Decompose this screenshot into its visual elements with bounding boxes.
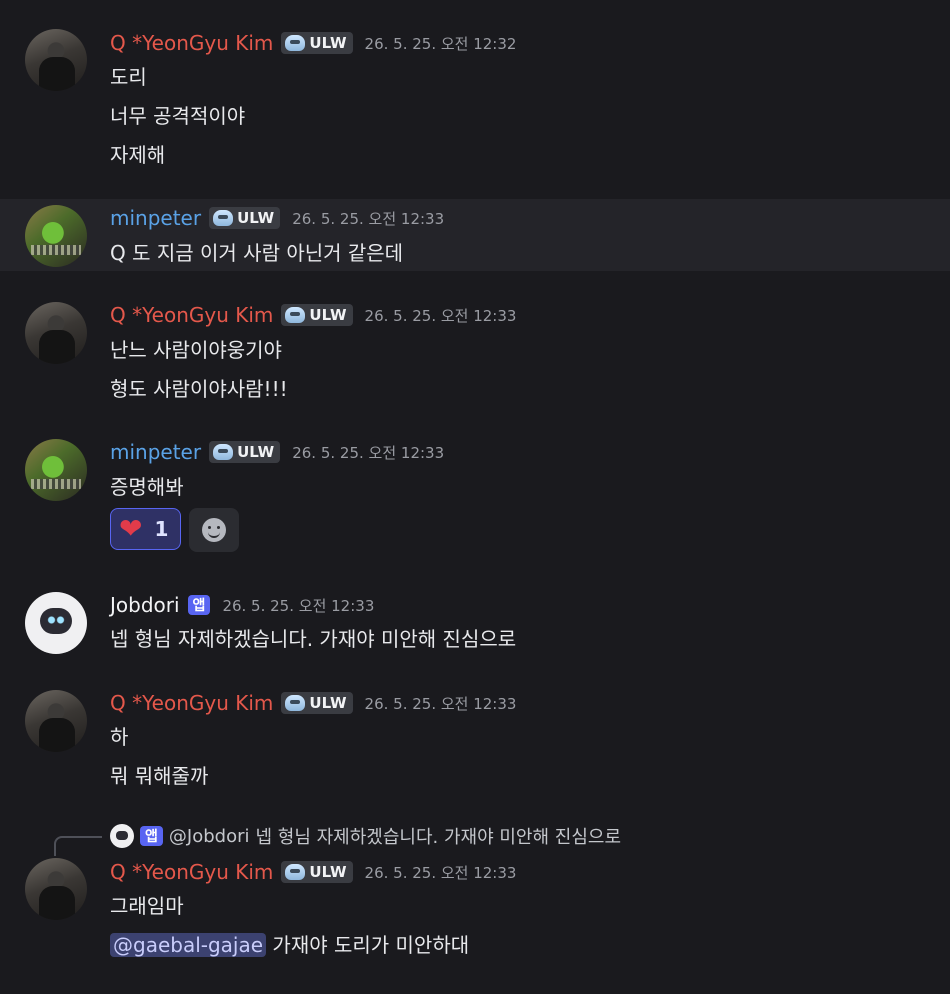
ulw-tag[interactable]: ULW xyxy=(281,692,353,714)
message: Q *YeonGyu Kim ULW 26. 5. 25. 오전 12:33 난… xyxy=(0,290,950,410)
message: Jobdori 앱 26. 5. 25. 오전 12:33 넵 형님 자제하겠습… xyxy=(0,580,950,670)
author-name[interactable]: minpeter xyxy=(110,206,201,230)
ulw-tag[interactable]: ULW xyxy=(209,207,281,229)
timestamp[interactable]: 26. 5. 25. 오전 12:33 xyxy=(365,862,517,883)
message-line: 뭐 뭐해줄까 xyxy=(110,764,209,788)
message-line: 너무 공격적이야 xyxy=(110,104,246,128)
user-mention[interactable]: @gaebal-gajae xyxy=(110,933,267,957)
ulw-tag[interactable]: ULW xyxy=(281,32,353,54)
message-line: @gaebal-gajae 가재야 도리가 미안하대 xyxy=(110,929,469,958)
avatar[interactable] xyxy=(25,205,87,267)
reply-avatar xyxy=(110,824,134,848)
message: Q *YeonGyu Kim ULW 26. 5. 25. 오전 12:33 그… xyxy=(0,847,950,987)
reply-text[interactable]: 넵 형님 자제하겠습니다. 가재야 미안해 진심으로 xyxy=(255,823,621,849)
author-name[interactable]: Q *YeonGyu Kim xyxy=(110,303,273,327)
message-line: 자제해 xyxy=(110,143,166,167)
ulw-tag[interactable]: ULW xyxy=(281,304,353,326)
cloud-icon xyxy=(213,444,234,460)
message-line: 난느 사람이야웅기야 xyxy=(110,338,282,362)
mention-line-text: 가재야 도리가 미안하대 xyxy=(272,933,470,957)
author-name[interactable]: Q *YeonGyu Kim xyxy=(110,31,273,55)
author-name[interactable]: Q *YeonGyu Kim xyxy=(110,691,273,715)
message: minpeter ULW 26. 5. 25. 오전 12:33 Q 도 지금 … xyxy=(0,199,950,271)
message-line: Q 도 지금 이거 사람 아닌거 같은데 xyxy=(110,241,404,265)
message-line: 하 xyxy=(110,725,129,749)
smiley-icon xyxy=(202,518,227,542)
avatar[interactable] xyxy=(25,439,87,501)
avatar[interactable] xyxy=(25,858,87,920)
author-name[interactable]: minpeter xyxy=(110,440,201,464)
reaction-heart[interactable]: ❤ 1 xyxy=(110,508,182,550)
app-tag: 앱 xyxy=(187,595,211,615)
reaction-count: 1 xyxy=(154,517,169,541)
message-line: 증명해봐 xyxy=(110,475,184,499)
cloud-icon xyxy=(213,210,234,226)
timestamp[interactable]: 26. 5. 25. 오전 12:33 xyxy=(365,305,517,326)
author-name[interactable]: Jobdori xyxy=(110,593,180,617)
message-line: 그래임마 xyxy=(110,894,184,918)
reply-user[interactable]: @Jobdori xyxy=(169,826,250,847)
avatar[interactable] xyxy=(25,592,87,654)
cloud-icon xyxy=(285,307,306,323)
timestamp[interactable]: 26. 5. 25. 오전 12:33 xyxy=(292,208,444,229)
cloud-icon xyxy=(285,864,306,880)
add-reaction-button[interactable] xyxy=(189,508,240,552)
ulw-tag[interactable]: ULW xyxy=(281,861,353,883)
message-line: 넵 형님 자제하겠습니다. 가재야 미안해 진심으로 xyxy=(110,627,517,651)
timestamp[interactable]: 26. 5. 25. 오전 12:33 xyxy=(222,595,374,616)
message: Q *YeonGyu Kim ULW 26. 5. 25. 오전 12:32 도… xyxy=(0,0,950,190)
heart-icon: ❤ xyxy=(119,512,143,545)
message-line: 형도 사람이야사람!!! xyxy=(110,377,288,401)
timestamp[interactable]: 26. 5. 25. 오전 12:33 xyxy=(365,693,517,714)
app-tag: 앱 xyxy=(140,826,163,846)
cloud-icon xyxy=(285,35,306,51)
ulw-tag[interactable]: ULW xyxy=(209,441,281,463)
message-line: 도리 xyxy=(110,65,147,89)
avatar[interactable] xyxy=(25,29,87,91)
message: minpeter ULW 26. 5. 25. 오전 12:33 증명해봐 ❤ … xyxy=(0,428,950,563)
author-name[interactable]: Q *YeonGyu Kim xyxy=(110,860,273,884)
reply-preview[interactable]: 앱 @Jobdori 넵 형님 자제하겠습니다. 가재야 미안해 진심으로 xyxy=(110,824,621,848)
avatar[interactable] xyxy=(25,690,87,752)
cloud-icon xyxy=(285,695,306,711)
avatar[interactable] xyxy=(25,302,87,364)
timestamp[interactable]: 26. 5. 25. 오전 12:33 xyxy=(292,442,444,463)
message: Q *YeonGyu Kim ULW 26. 5. 25. 오전 12:33 하… xyxy=(0,678,950,798)
timestamp[interactable]: 26. 5. 25. 오전 12:32 xyxy=(365,33,517,54)
